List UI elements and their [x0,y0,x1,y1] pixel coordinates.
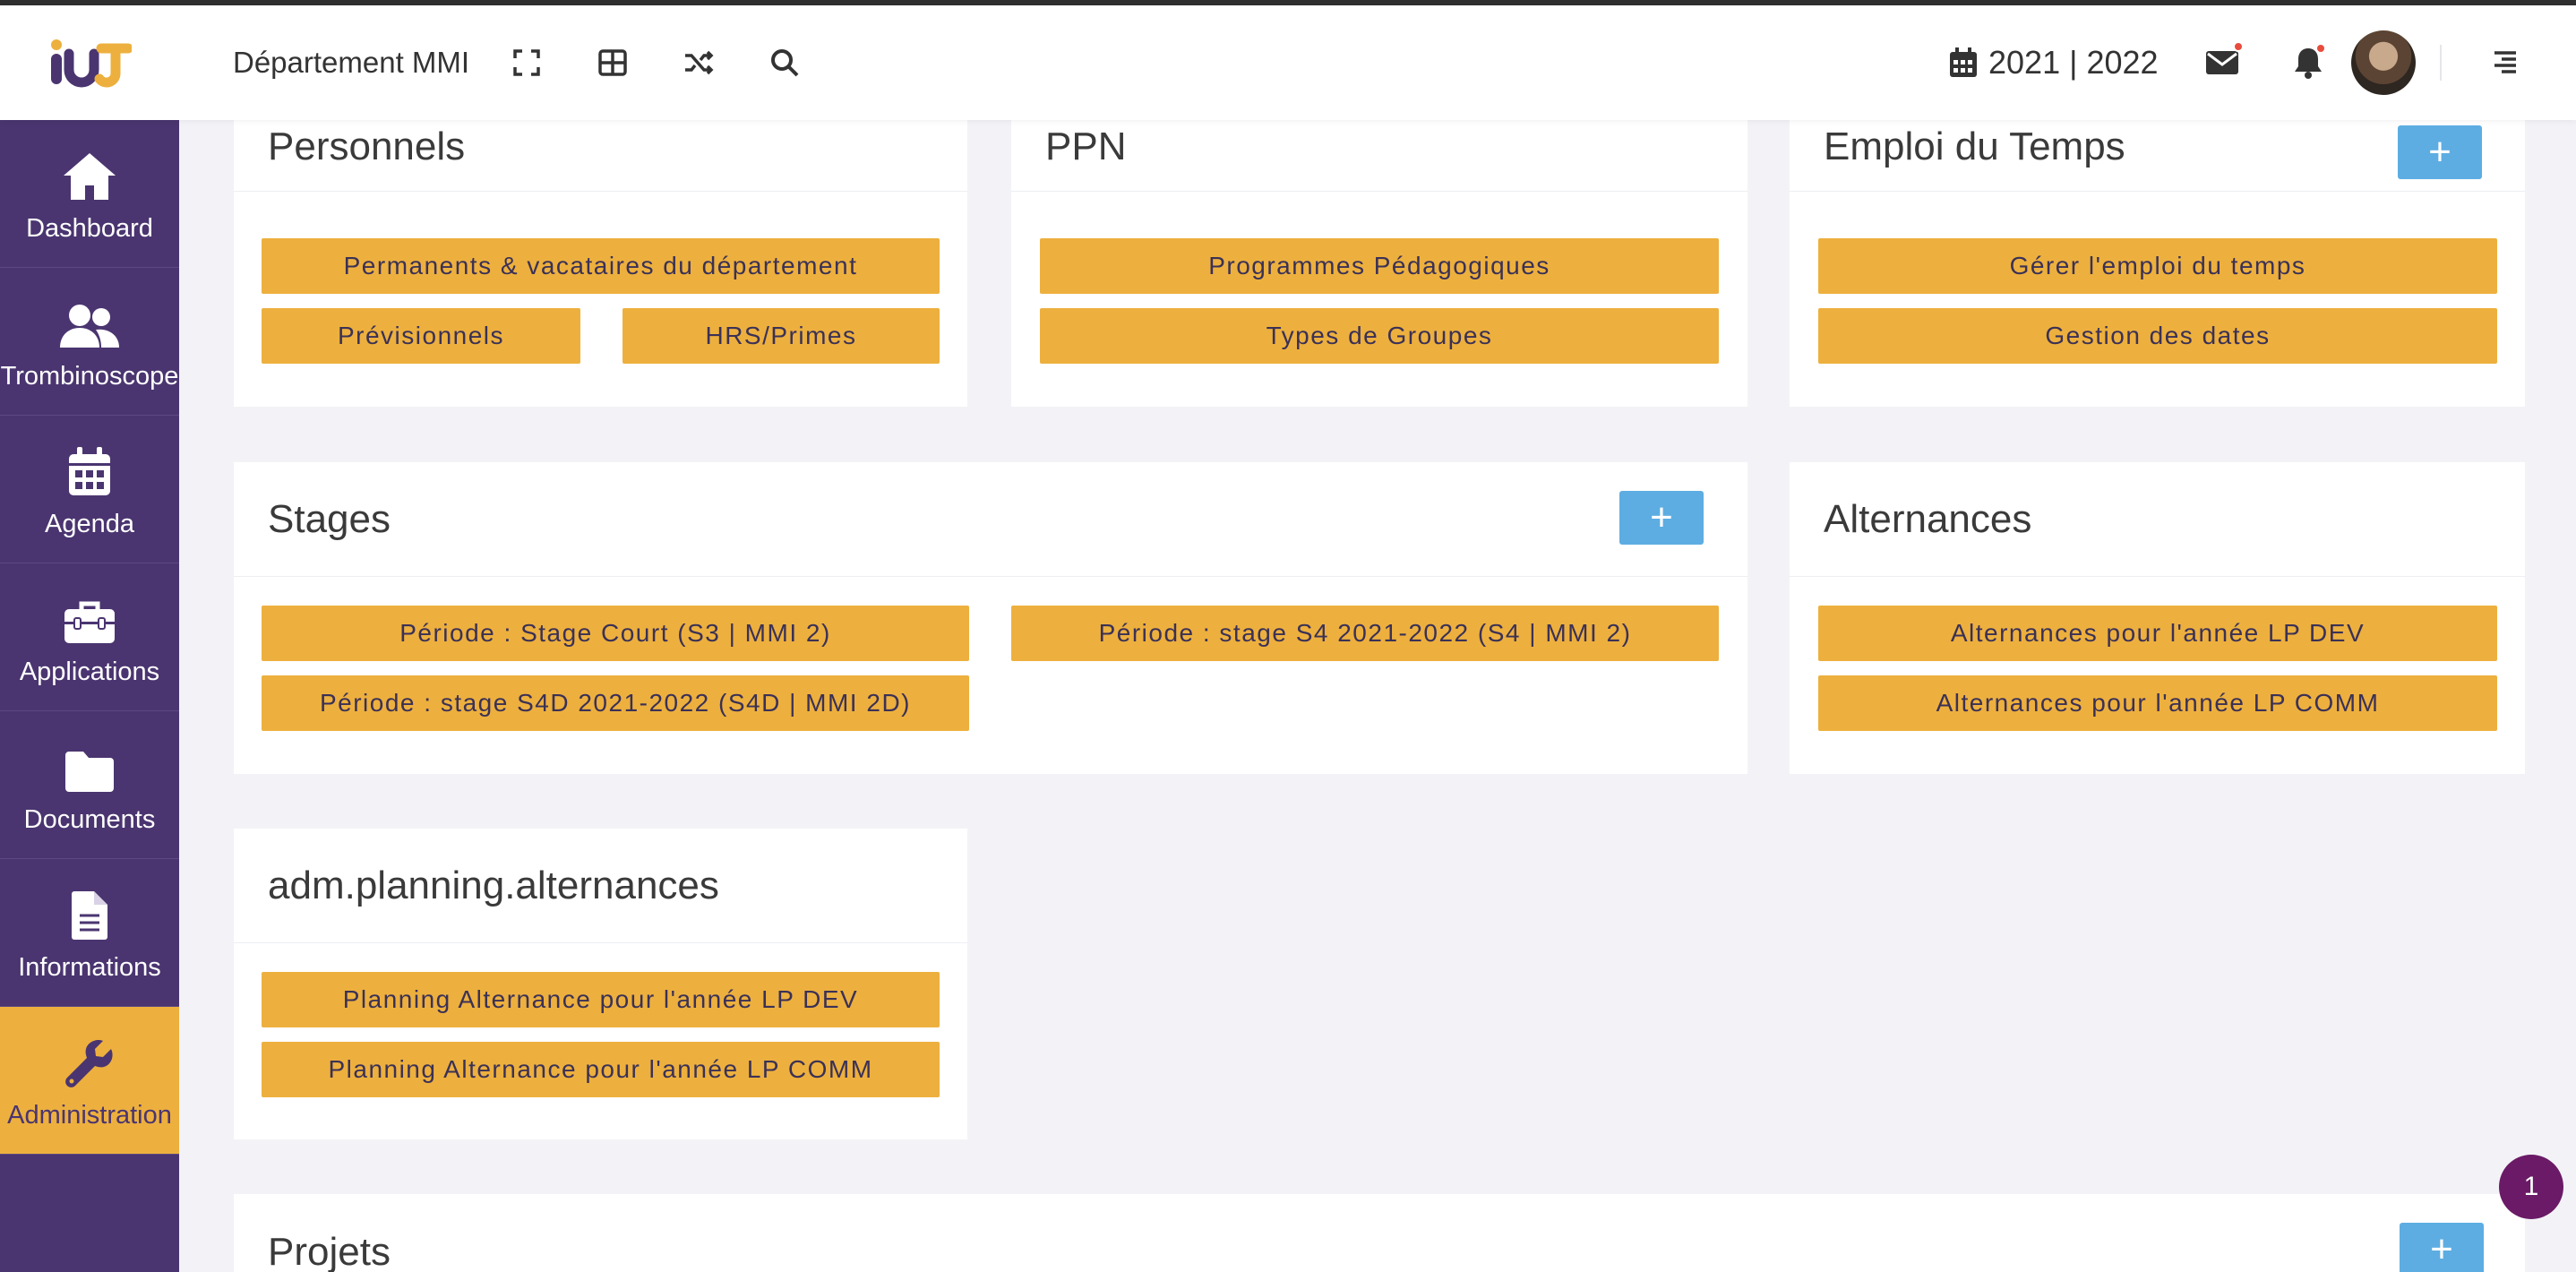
previsionnels-button[interactable]: Prévisionnels [262,308,580,364]
alternances-lp-dev-button[interactable]: Alternances pour l'année LP DEV [1818,606,2497,661]
wrench-icon [65,1039,113,1087]
calendar-icon [1950,47,1977,77]
sidebar-item-trombinoscope[interactable]: Trombinoscope [0,268,179,416]
toolbox-icon [64,601,115,643]
search-icon[interactable] [763,41,806,84]
sidebar-item-label: Applications [19,657,160,686]
card-title: Projets [268,1230,391,1272]
document-icon [72,890,107,940]
home-icon [64,152,116,200]
card-header: Alternances [1790,462,2525,577]
logo-icon [51,39,132,88]
top-bar: Département MMI 2021 | 2022 [0,5,2576,120]
notification-count-badge[interactable]: 1 [2499,1155,2563,1219]
fullscreen-icon[interactable] [505,41,548,84]
sidebar-item-agenda[interactable]: Agenda [0,416,179,563]
card-header: Stages [234,462,1747,577]
card-title: adm.planning.alternances [268,864,719,907]
user-avatar[interactable] [2351,30,2416,95]
card-header: adm.planning.alternances [234,829,967,943]
divider [2440,45,2442,81]
sidebar-item-label: Documents [23,804,156,834]
calendar-icon [69,446,110,495]
planning-lp-comm-button[interactable]: Planning Alternance pour l'année LP COMM [262,1042,940,1097]
card-alternances: Alternances Alternances pour l'année LP … [1790,462,2525,774]
sidebar-item-dashboard[interactable]: Dashboard [0,120,179,268]
grid-icon[interactable] [591,41,634,84]
add-emploi-du-temps-button[interactable]: + [2398,125,2482,179]
card-ppn: PPN Programmes Pédagogiques Types de Gro… [1011,120,1747,407]
hrs-primes-button[interactable]: HRS/Primes [623,308,940,364]
card-title: Stages [268,497,391,541]
sidebar-item-label: Trombinoscope [0,361,179,391]
academic-year-selector[interactable]: 2021 | 2022 [1949,5,2159,120]
card-emploi-du-temps: Emploi du Temps + Gérer l'emploi du temp… [1790,120,2525,407]
department-name[interactable]: Département MMI [233,5,469,120]
users-icon [60,304,119,348]
add-projet-button[interactable]: + [2400,1223,2484,1272]
alternances-lp-comm-button[interactable]: Alternances pour l'année LP COMM [1818,675,2497,731]
sidebar-item-label: Agenda [45,509,134,538]
stage-s4d-button[interactable]: Période : stage S4D 2021-2022 (S4D | MMI… [262,675,969,731]
card-title: Alternances [1824,497,2032,541]
bell-icon[interactable] [2287,41,2330,84]
mail-notification-dot [2233,41,2244,52]
sidebar: Dashboard Trombinoscope Agenda Applicati… [0,120,179,1272]
sidebar-item-label: Administration [7,1100,172,1130]
stage-s4-button[interactable]: Période : stage S4 2021-2022 (S4 | MMI 2… [1011,606,1719,661]
gestion-des-dates-button[interactable]: Gestion des dates [1818,308,2497,364]
add-stage-button[interactable]: + [1619,491,1704,545]
card-stages: Stages + Période : Stage Court (S3 | MMI… [234,462,1747,774]
academic-year-label: 2021 | 2022 [1988,44,2159,81]
types-de-groupes-button[interactable]: Types de Groupes [1040,308,1719,364]
gerer-emploi-du-temps-button[interactable]: Gérer l'emploi du temps [1818,238,2497,294]
menu-icon[interactable] [2483,41,2526,84]
sidebar-item-label: Informations [18,952,161,982]
sidebar-item-administration[interactable]: Administration [0,1007,179,1155]
programmes-pedagogiques-button[interactable]: Programmes Pédagogiques [1040,238,1719,294]
sidebar-item-informations[interactable]: Informations [0,859,179,1007]
bell-notification-dot [2315,43,2326,54]
sidebar-item-applications[interactable]: Applications [0,563,179,711]
card-planning-alternances: adm.planning.alternances Planning Altern… [234,829,967,1139]
card-projets: Projets + [234,1194,2525,1272]
shuffle-icon[interactable] [677,41,720,84]
sidebar-item-documents[interactable]: Documents [0,711,179,859]
mail-icon[interactable] [2201,41,2244,84]
card-personnels: Personnels Permanents & vacataires du dé… [234,120,967,407]
folder-icon [65,751,114,792]
permanents-vacataires-button[interactable]: Permanents & vacataires du département [262,238,940,294]
stage-court-s3-button[interactable]: Période : Stage Court (S3 | MMI 2) [262,606,969,661]
sidebar-item-label: Dashboard [26,213,153,243]
planning-lp-dev-button[interactable]: Planning Alternance pour l'année LP DEV [262,972,940,1027]
iut-logo[interactable] [0,5,179,120]
